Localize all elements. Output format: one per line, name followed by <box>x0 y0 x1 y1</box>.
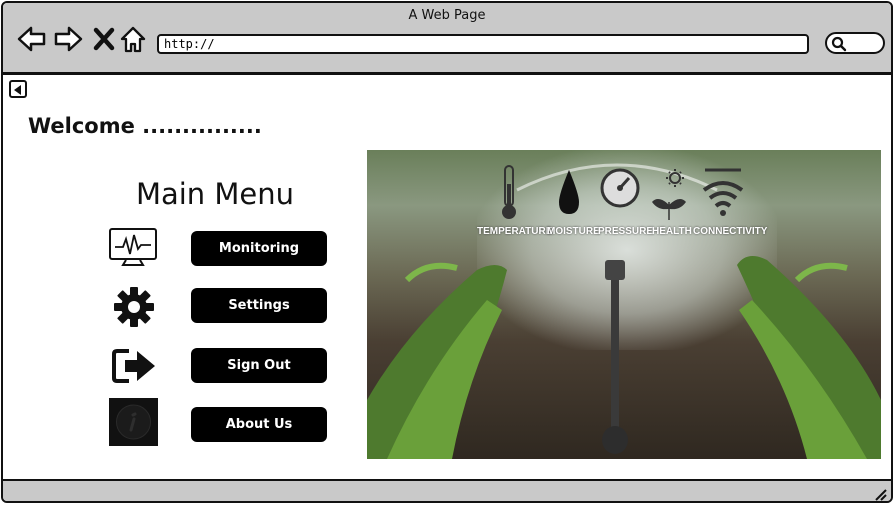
title-bar: A Web Page http:// <box>3 3 891 75</box>
back-arrow-icon[interactable] <box>17 24 47 54</box>
sensor-label-temperature: TEMPERATURE <box>477 226 553 237</box>
address-bar[interactable]: http:// <box>157 34 809 54</box>
monitoring-button[interactable]: Monitoring <box>191 231 327 266</box>
triangle-left-icon <box>14 85 21 95</box>
welcome-heading: Welcome ............... <box>28 114 262 138</box>
info-icon <box>109 398 158 446</box>
sign-out-button[interactable]: Sign Out <box>191 348 327 383</box>
sensor-label-moisture: MOISTURE <box>547 226 600 237</box>
settings-button[interactable]: Settings <box>191 288 327 323</box>
browser-window: A Web Page http:// Welcome .............… <box>1 1 893 503</box>
forward-arrow-icon[interactable] <box>53 24 83 54</box>
search-icon <box>831 36 847 52</box>
sensor-label-health: HEALTH <box>652 226 692 237</box>
window-title: A Web Page <box>408 8 486 23</box>
irrigation-hero-image: TEMPERATURE MOISTURE PRESSURE HEALTH CON… <box>367 150 881 459</box>
menu-title: Main Menu <box>135 177 295 211</box>
sensor-label-connectivity: CONNECTIVITY <box>693 226 768 237</box>
water-drop-icon <box>559 170 579 214</box>
home-icon[interactable] <box>119 24 147 54</box>
wifi-icon <box>702 168 744 216</box>
close-x-icon[interactable] <box>93 24 115 54</box>
plant-sun-icon <box>652 169 686 220</box>
about-us-button[interactable]: About Us <box>191 407 327 442</box>
resize-grip-icon[interactable] <box>873 487 887 501</box>
gauge-icon <box>600 168 640 208</box>
thermometer-icon <box>502 165 516 219</box>
gear-icon <box>114 287 154 327</box>
monitor-pulse-icon <box>109 228 157 266</box>
search-field[interactable] <box>825 32 885 54</box>
collapse-button[interactable] <box>9 80 27 98</box>
sign-out-icon <box>112 349 155 383</box>
sensor-label-pressure: PRESSURE <box>598 226 654 237</box>
status-bar <box>3 479 891 501</box>
